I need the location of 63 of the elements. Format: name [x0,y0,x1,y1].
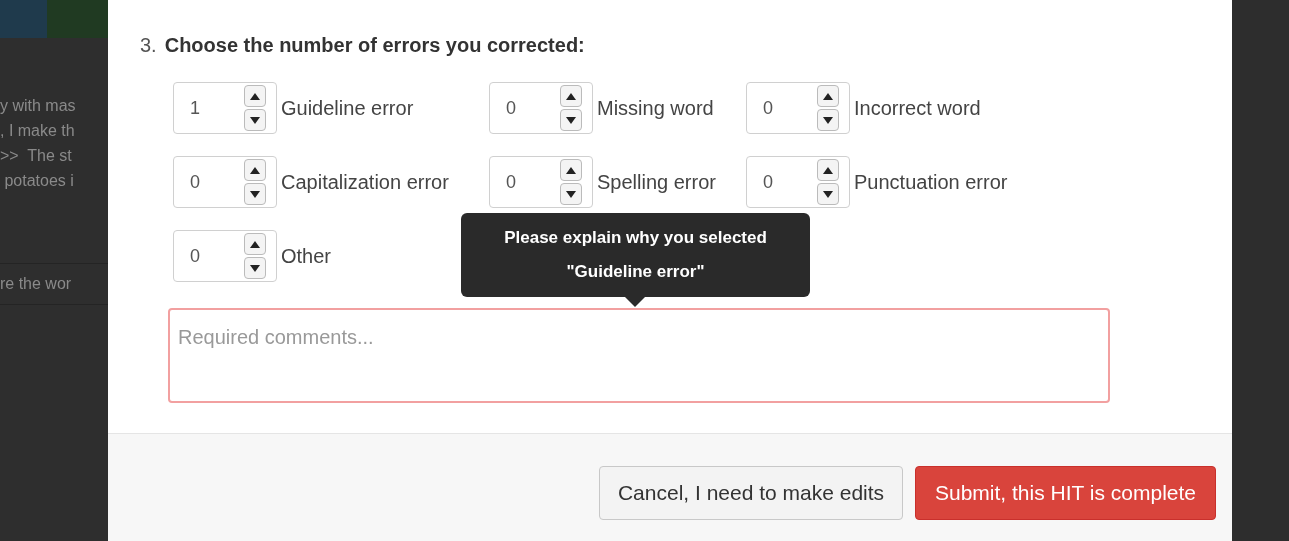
number-field[interactable]: 0 [747,83,817,133]
tooltip-text: Please explain why you selected [504,227,767,249]
increment-button[interactable] [817,159,839,181]
up-triangle-icon [250,166,260,174]
submit-button[interactable]: Submit, this HIT is complete [915,466,1216,520]
counter-label: Capitalization error [281,170,449,195]
increment-button[interactable] [244,233,266,255]
number-field[interactable]: 0 [174,157,244,207]
increment-button[interactable] [817,85,839,107]
increment-button[interactable] [560,85,582,107]
question-title: Choose the number of errors you corrected: [164,33,585,58]
number-spinner[interactable]: 0 [173,230,277,282]
decrement-button[interactable] [817,183,839,205]
background-text: >> The st [0,146,73,166]
counter-label: Guideline error [281,96,414,121]
decrement-button[interactable] [560,109,582,131]
decrement-button[interactable] [560,183,582,205]
counter-label: Spelling error [597,170,716,195]
counter-label: Punctuation error [854,170,1008,195]
tile [47,0,108,38]
increment-button[interactable] [244,159,266,181]
counter-label: Incorrect word [854,96,981,121]
number-field[interactable]: 0 [490,83,560,133]
counter-label: Other [281,244,332,269]
counter-label: Missing word [597,96,714,121]
down-triangle-icon [823,116,833,124]
down-triangle-icon [823,190,833,198]
down-triangle-icon [566,116,576,124]
decrement-button[interactable] [244,257,266,279]
decrement-button[interactable] [244,109,266,131]
comments-field[interactable]: Required comments... [168,308,1110,403]
up-triangle-icon [566,166,576,174]
background-text: , I make th [0,121,76,141]
number-spinner[interactable]: 1 [173,82,277,134]
up-triangle-icon [823,166,833,174]
number-spinner[interactable]: 0 [746,156,850,208]
tooltip-text: "Guideline error" [566,261,705,283]
number-spinner[interactable]: 0 [746,82,850,134]
number-field[interactable]: 0 [174,231,244,281]
number-spinner[interactable]: 0 [173,156,277,208]
number-spinner[interactable]: 0 [489,82,593,134]
down-triangle-icon [250,190,260,198]
number-spinner[interactable]: 0 [489,156,593,208]
up-triangle-icon [566,92,576,100]
increment-button[interactable] [244,85,266,107]
up-triangle-icon [823,92,833,100]
question-number: 3. [140,33,157,58]
down-triangle-icon [566,190,576,198]
background-text: re the wor [0,275,72,292]
decrement-button[interactable] [244,183,266,205]
tile [0,0,47,38]
number-field[interactable]: 0 [490,157,560,207]
cancel-button[interactable]: Cancel, I need to make edits [599,466,903,520]
up-triangle-icon [250,240,260,248]
up-triangle-icon [250,92,260,100]
number-field[interactable]: 1 [174,83,244,133]
number-field[interactable]: 0 [747,157,817,207]
down-triangle-icon [250,116,260,124]
down-triangle-icon [250,264,260,272]
background-text: y with mas [0,96,77,116]
increment-button[interactable] [560,159,582,181]
decrement-button[interactable] [817,109,839,131]
background-text: potatoes i [3,171,75,191]
